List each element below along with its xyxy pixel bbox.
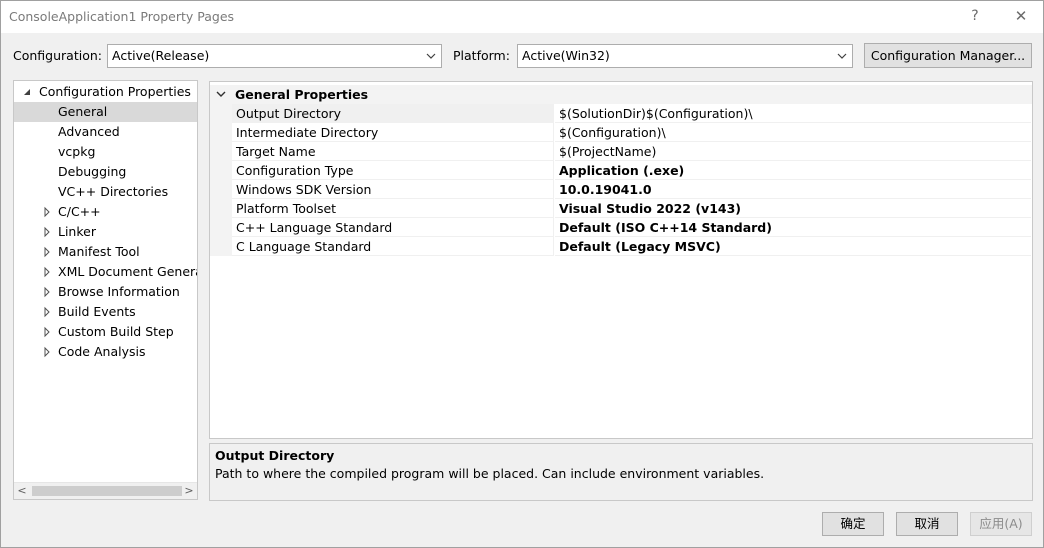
tree-item[interactable]: General [14, 102, 197, 122]
collapsed-triangle-icon[interactable] [42, 242, 52, 262]
tree-item[interactable]: C/C++ [14, 202, 197, 222]
collapsed-triangle-icon[interactable] [42, 322, 52, 342]
tree-item-label: Code Analysis [58, 344, 146, 359]
tree-item-label: Linker [58, 224, 96, 239]
property-value[interactable]: $(SolutionDir)$(Configuration)\ [555, 104, 1031, 123]
property-pages-window: ConsoleApplication1 Property Pages ? ✕ C… [0, 0, 1044, 548]
tree-item[interactable]: Debugging [14, 162, 197, 182]
configuration-dropdown[interactable]: Active(Release) [107, 44, 442, 68]
tree-item[interactable]: Build Events [14, 302, 197, 322]
tree-item[interactable]: Advanced [14, 122, 197, 142]
property-value[interactable]: $(Configuration)\ [555, 123, 1031, 142]
property-name: Intermediate Directory [232, 123, 554, 142]
tree-item[interactable]: Linker [14, 222, 197, 242]
property-row[interactable]: Windows SDK Version 10.0.19041.0 [210, 180, 1032, 199]
tree-item-label: Advanced [58, 124, 120, 139]
tree-item-label: General [58, 104, 108, 119]
property-name: C++ Language Standard [232, 218, 554, 237]
tree-item[interactable]: vcpkg [14, 142, 197, 162]
property-value[interactable]: Visual Studio 2022 (v143) [555, 199, 1031, 218]
platform-label: Platform: [453, 48, 510, 63]
tree-item-label: C/C++ [58, 204, 101, 219]
property-row[interactable]: C++ Language Standard Default (ISO C++14 … [210, 218, 1032, 237]
category-header-label: General Properties [235, 87, 369, 102]
property-name: Windows SDK Version [232, 180, 554, 199]
row-gutter [210, 199, 232, 218]
collapsed-triangle-icon[interactable] [42, 222, 52, 242]
property-row[interactable]: Platform Toolset Visual Studio 2022 (v143… [210, 199, 1032, 218]
tree-item-label: XML Document Generat [58, 264, 197, 279]
tree-item-label: VC++ Directories [58, 184, 169, 199]
property-grid: General Properties Output Directory $(Sol… [209, 81, 1033, 439]
tree-horizontal-scrollbar[interactable]: < > [14, 482, 197, 499]
title-bar: ConsoleApplication1 Property Pages ? ✕ [1, 1, 1043, 33]
description-title: Output Directory [215, 448, 335, 463]
tree-item[interactable]: XML Document Generat [14, 262, 197, 282]
cancel-button[interactable]: 取消 [896, 512, 958, 536]
chevron-down-icon[interactable] [216, 90, 226, 98]
chevron-down-icon [426, 53, 436, 59]
scroll-left-button[interactable]: < [14, 483, 30, 499]
tree-item[interactable]: Manifest Tool [14, 242, 197, 262]
tree-item[interactable]: Custom Build Step [14, 322, 197, 342]
row-gutter [210, 161, 232, 180]
tree-item-configuration-properties[interactable]: Configuration Properties [14, 82, 197, 102]
property-row[interactable]: Output Directory $(SolutionDir)$(Configur… [210, 104, 1032, 123]
property-row[interactable]: C Language Standard Default (Legacy MSVC) [210, 237, 1032, 256]
row-gutter [210, 104, 232, 123]
property-row[interactable]: Configuration Type Application (.exe) [210, 161, 1032, 180]
property-row[interactable]: Intermediate Directory $(Configuration)\ [210, 123, 1032, 142]
configuration-label: Configuration: [13, 48, 102, 63]
property-name: C Language Standard [232, 237, 554, 256]
description-panel: Output Directory Path to where the compi… [209, 443, 1033, 501]
property-value[interactable]: 10.0.19041.0 [555, 180, 1031, 199]
category-tree: Configuration Properties General Advanced… [13, 80, 198, 500]
collapsed-triangle-icon[interactable] [42, 342, 52, 362]
row-gutter [210, 123, 232, 142]
help-button[interactable]: ? [953, 1, 997, 31]
tree-item-label: Configuration Properties [39, 84, 191, 99]
scroll-right-button[interactable]: > [181, 483, 197, 499]
window-title: ConsoleApplication1 Property Pages [9, 9, 235, 24]
row-gutter [210, 218, 232, 237]
row-gutter [210, 180, 232, 199]
property-value[interactable]: Default (Legacy MSVC) [555, 237, 1031, 256]
property-value[interactable]: Application (.exe) [555, 161, 1031, 180]
collapsed-triangle-icon[interactable] [42, 282, 52, 302]
scrollbar-thumb[interactable] [32, 486, 182, 496]
platform-dropdown[interactable]: Active(Win32) [517, 44, 853, 68]
collapsed-triangle-icon[interactable] [42, 302, 52, 322]
property-value[interactable]: Default (ISO C++14 Standard) [555, 218, 1031, 237]
property-name: Platform Toolset [232, 199, 554, 218]
tree-item-label: Debugging [58, 164, 127, 179]
tree-item[interactable]: Browse Information [14, 282, 197, 302]
configuration-value: Active(Release) [112, 48, 210, 63]
tree-item[interactable]: Code Analysis [14, 342, 197, 362]
property-row[interactable]: Target Name $(ProjectName) [210, 142, 1032, 161]
expanded-triangle-icon [24, 89, 30, 95]
property-value[interactable]: $(ProjectName) [555, 142, 1031, 161]
row-gutter [210, 237, 232, 256]
collapsed-triangle-icon[interactable] [42, 202, 52, 222]
category-header-general-properties[interactable]: General Properties [210, 85, 1032, 104]
tree-item-label: Manifest Tool [58, 244, 140, 259]
description-text: Path to where the compiled program will … [215, 466, 765, 481]
apply-button[interactable]: 应用(A) [970, 512, 1032, 536]
close-button[interactable]: ✕ [999, 1, 1043, 31]
platform-value: Active(Win32) [522, 48, 610, 63]
property-name: Configuration Type [232, 161, 554, 180]
tree-item-label: vcpkg [58, 144, 96, 159]
collapsed-triangle-icon[interactable] [42, 262, 52, 282]
property-name: Target Name [232, 142, 554, 161]
tree-item-label: Build Events [58, 304, 136, 319]
ok-button[interactable]: 确定 [822, 512, 884, 536]
row-gutter [210, 142, 232, 161]
tree-item-label: Browse Information [58, 284, 180, 299]
tree-item-label: Custom Build Step [58, 324, 174, 339]
tree-item[interactable]: VC++ Directories [14, 182, 197, 202]
configuration-manager-button[interactable]: Configuration Manager... [864, 43, 1032, 68]
property-name: Output Directory [232, 104, 554, 123]
chevron-down-icon [837, 53, 847, 59]
